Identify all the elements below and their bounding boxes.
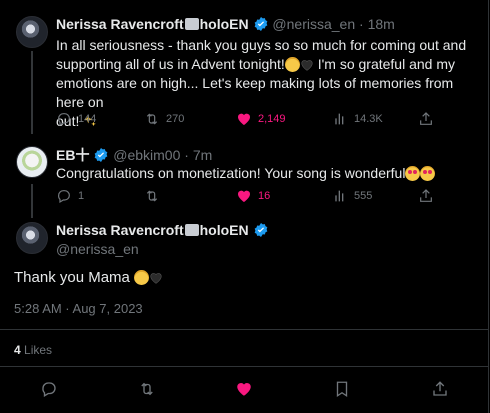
heart-eyes-emoji-icon [420, 166, 436, 181]
thread-connector [31, 184, 33, 218]
share-button[interactable] [418, 188, 438, 204]
black-heart-emoji-icon [301, 60, 313, 71]
divider [0, 329, 489, 330]
verified-icon [253, 16, 269, 35]
like-total: 4 [14, 343, 21, 357]
post-time[interactable]: 7m [193, 147, 212, 163]
avatar-eb[interactable] [16, 146, 48, 178]
bookmark-icon [337, 381, 348, 398]
text-line: Thank you Mama [14, 269, 135, 286]
bookmark-button[interactable] [333, 380, 351, 398]
retweet-icon [140, 382, 153, 396]
views-button[interactable]: 555 [332, 188, 418, 204]
reply-count: 1 [78, 190, 85, 202]
retweet-icon [146, 190, 158, 202]
reply1-header: Nerissa Ravencroft holoEN @nerissa_en · 1… [56, 16, 395, 35]
share-icon [420, 112, 432, 125]
reply-button[interactable]: 144 [56, 111, 144, 127]
reply2-actions: 1 16 555 [56, 188, 438, 204]
keyboard-emoji-icon [184, 18, 199, 30]
text-line: In all seriousness - thank you guys so s… [56, 37, 467, 53]
like-count: 16 [258, 190, 271, 202]
retweet-button[interactable] [138, 380, 156, 398]
author-handle[interactable]: @ebkim00 [113, 147, 180, 163]
heart-eyes-emoji-icon [405, 166, 421, 181]
retweet-count: 270 [166, 113, 185, 125]
views-icon [335, 113, 344, 125]
author-name[interactable]: EB [56, 147, 75, 163]
pleading-face-emoji-icon [284, 57, 300, 72]
share-button[interactable] [431, 380, 449, 398]
post-time[interactable]: 18m [368, 16, 395, 32]
reply-button[interactable] [40, 380, 58, 398]
dot-separator: · [359, 16, 364, 32]
tweet-thread-panel: { "colors": {"background":"#000000","tex… [0, 0, 489, 413]
dot-separator: · [184, 147, 189, 163]
text-line: emotions are on high... Let's keep makin… [56, 75, 454, 110]
retweet-icon [146, 113, 158, 125]
thread-connector [31, 51, 33, 134]
retweet-button[interactable]: 270 [144, 111, 236, 127]
share-icon [433, 381, 447, 396]
main-actions [0, 380, 489, 398]
pleading-face-emoji-icon [134, 270, 150, 285]
text-line: I'm so grateful and my [313, 56, 456, 72]
like-count: 2,149 [258, 113, 286, 125]
reply2-text: Congratulations on monetization! Your so… [56, 164, 476, 183]
avatar-nerissa[interactable] [16, 16, 48, 48]
author-name-tag: holoEN [199, 222, 249, 238]
reply-icon [42, 382, 56, 397]
like-icon [238, 190, 250, 202]
main-tweet-text: Thank you Mama [14, 268, 163, 287]
text-line: supporting all of us in Advent tonight! [56, 56, 285, 72]
avatar-nerissa[interactable] [16, 222, 48, 254]
verified-icon [253, 222, 269, 241]
views-button[interactable]: 14.3K [332, 111, 418, 127]
text-line: Congratulations on monetization! Your so… [56, 165, 406, 181]
reply1-actions: 144 270 2,149 14.3K [56, 111, 438, 127]
keyboard-emoji-icon [184, 224, 199, 236]
reply-button[interactable]: 1 [56, 188, 144, 204]
view-count: 14.3K [354, 113, 383, 125]
retweet-button[interactable] [144, 188, 236, 204]
view-count: 555 [354, 190, 373, 202]
views-icon [335, 190, 344, 202]
reply-icon [58, 113, 70, 127]
reply2-header: EB十 @ebkim00 · 7m [56, 145, 212, 166]
likes-label: Likes [24, 343, 53, 357]
black-heart-emoji-icon [150, 273, 162, 284]
divider [0, 366, 489, 367]
author-handle[interactable]: @nerissa_en [56, 241, 139, 257]
reply-count: 144 [78, 113, 97, 125]
likes-summary[interactable]: 4 Likes [14, 343, 52, 357]
author-name-tag: holoEN [199, 16, 249, 32]
author-name-tag: 十 [75, 147, 90, 163]
like-icon [238, 113, 250, 125]
main-author-name-row: Nerissa Ravencroft holoEN [56, 222, 269, 241]
share-button[interactable] [418, 111, 438, 127]
author-name[interactable]: Nerissa Ravencroft [56, 16, 184, 32]
like-button[interactable] [235, 380, 253, 398]
author-name[interactable]: Nerissa Ravencroft [56, 222, 184, 238]
like-button[interactable]: 16 [236, 188, 332, 204]
like-icon [237, 383, 252, 396]
share-icon [420, 189, 432, 202]
reply-icon [58, 190, 70, 204]
like-button[interactable]: 2,149 [236, 111, 332, 127]
post-timestamp[interactable]: 5:28 AM · Aug 7, 2023 [14, 301, 143, 316]
author-handle[interactable]: @nerissa_en [272, 16, 355, 32]
